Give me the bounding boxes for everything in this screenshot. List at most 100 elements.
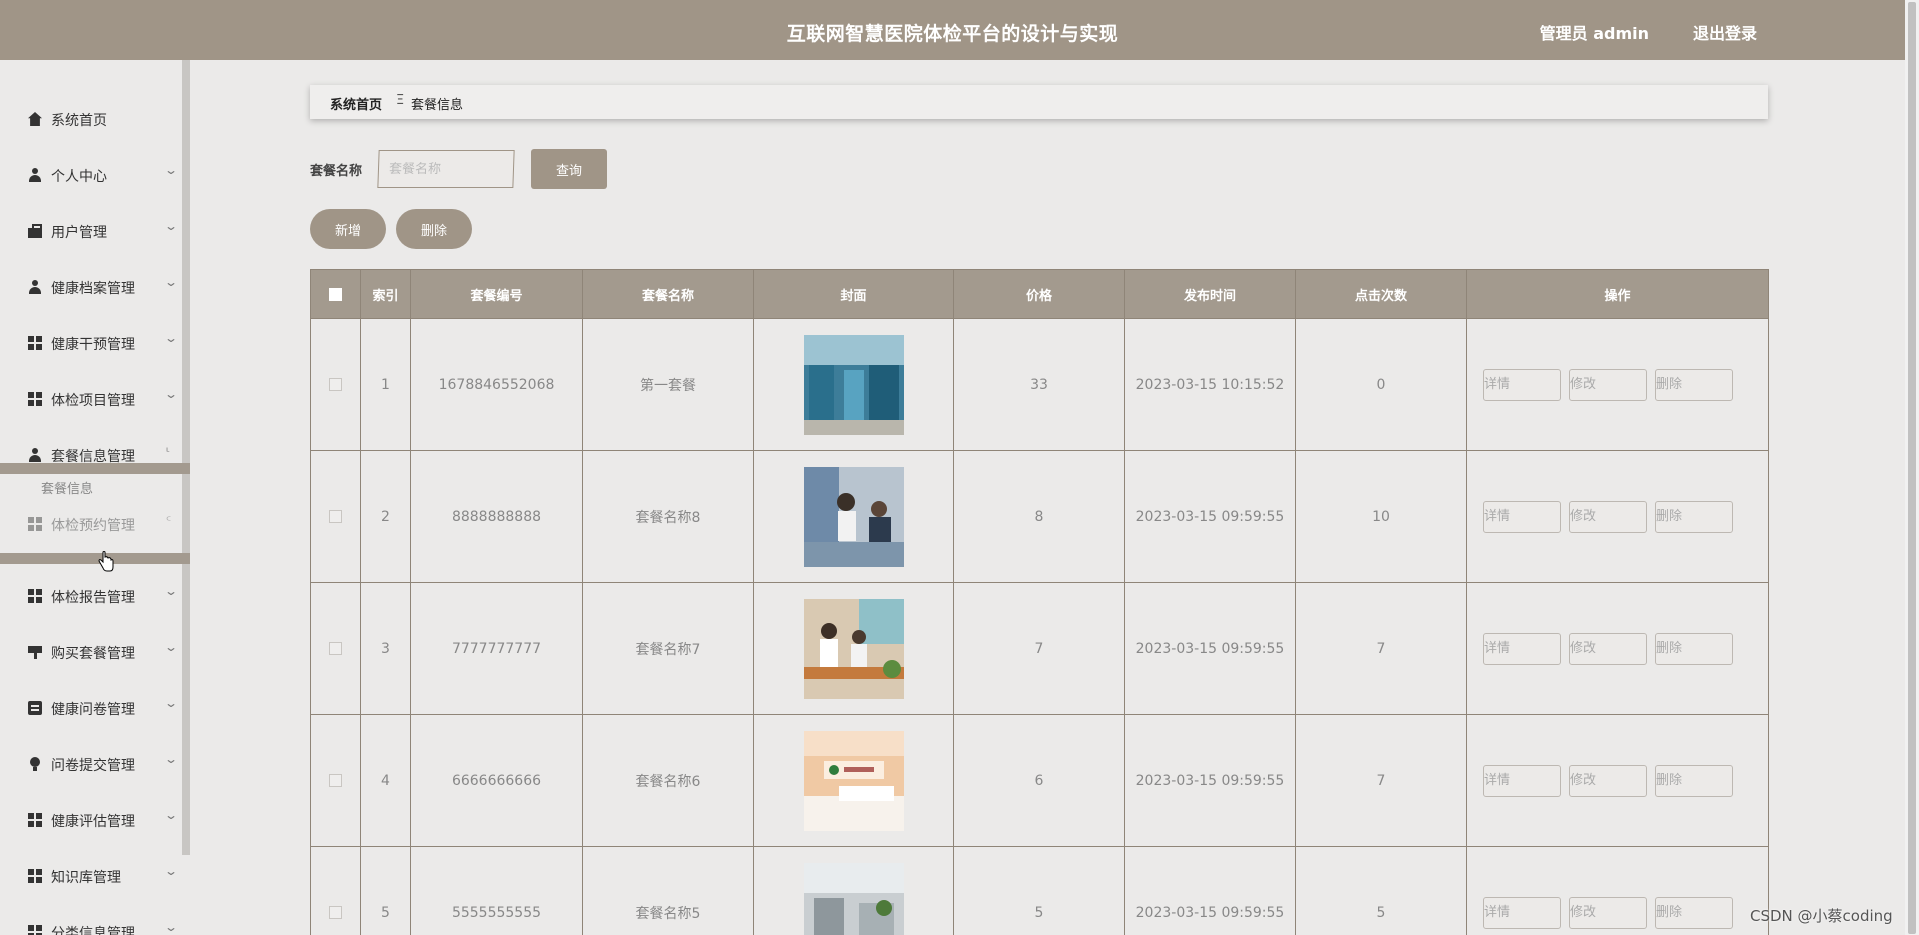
table-row: 1 1678846552068 第一套餐 33 2023-03-15 10:15…	[310, 318, 1769, 451]
time-cell: 2023-03-15 09:59:55	[1124, 714, 1296, 847]
edit-button[interactable]: 修改	[1569, 764, 1647, 797]
delete-button[interactable]: 删除	[1655, 764, 1733, 797]
sidebar-item-knowledge-base[interactable]: 知识库管理 ⌄	[0, 856, 180, 896]
page-scrollbar-thumb[interactable]	[1908, 2, 1916, 934]
actions-cell: 详情 修改 删除	[1466, 450, 1769, 583]
sidebar-item-health-assessment[interactable]: 健康评估管理 ⌄	[0, 800, 180, 840]
chevron-down-icon: ⌄	[163, 640, 179, 654]
search-label: 套餐名称	[310, 164, 363, 179]
sidebar-item-label: 体检预约管理	[51, 518, 135, 534]
row-checkbox[interactable]	[329, 774, 342, 787]
detail-button[interactable]: 详情	[1483, 500, 1561, 533]
page-scrollbar[interactable]	[1905, 0, 1919, 935]
cover-cell	[753, 714, 954, 847]
cover-image	[803, 862, 904, 935]
person-icon	[28, 448, 42, 462]
chevron-down-icon: ⌄	[163, 864, 179, 878]
detail-button[interactable]: 详情	[1483, 632, 1561, 665]
table-row: 2 8888888888 套餐名称8 8 2023-03-15 09:59:55…	[310, 450, 1769, 583]
row-select-cell	[310, 582, 361, 715]
sidebar-scrollbar[interactable]	[182, 60, 190, 855]
top-header: 互联网智慧医院体检平台的设计与实现 管理员 admin 退出登录	[0, 0, 1905, 60]
chevron-down-icon: ⌄	[163, 275, 179, 289]
column-header: 封面	[753, 269, 954, 319]
edit-button[interactable]: 修改	[1569, 500, 1647, 533]
delete-button[interactable]: 删除	[1655, 500, 1733, 533]
delete-button[interactable]: 删除	[1655, 368, 1733, 401]
breadcrumb-home[interactable]: 系统首页	[330, 94, 382, 113]
sidebar-item-health-records[interactable]: 健康档案管理 ⌄	[0, 267, 180, 307]
sidebar-item-exam-items[interactable]: 体检项目管理 ⌄	[0, 379, 180, 419]
time-cell: 2023-03-15 10:15:52	[1124, 318, 1296, 451]
bulb-icon	[28, 757, 42, 771]
code-cell: 1678846552068	[410, 318, 583, 451]
price-cell: 6	[953, 714, 1125, 847]
row-select-cell	[310, 318, 361, 451]
sidebar-item-label: 健康档案管理	[51, 281, 135, 297]
index-cell: 5	[360, 846, 411, 935]
cover-image	[803, 730, 904, 831]
sidebar-item-home[interactable]: 系统首页	[0, 99, 180, 139]
time-cell: 2023-03-15 09:59:55	[1124, 846, 1296, 935]
breadcrumb-current: 套餐信息	[411, 98, 464, 113]
delete-button[interactable]: 删除	[1655, 896, 1733, 929]
code-cell: 8888888888	[410, 450, 583, 583]
actions-cell: 详情 修改 删除	[1466, 582, 1769, 715]
column-header: 发布时间	[1124, 269, 1296, 319]
row-checkbox[interactable]	[329, 906, 342, 919]
search-input[interactable]	[377, 150, 515, 188]
clicks-cell: 5	[1295, 846, 1467, 935]
sidebar-item-health-intervention[interactable]: 健康干预管理 ⌄	[0, 323, 180, 363]
table-row: 3 7777777777 套餐名称7 7 2023-03-15 09:59:55…	[310, 582, 1769, 715]
code-cell: 5555555555	[410, 846, 583, 935]
row-checkbox[interactable]	[329, 378, 342, 391]
sidebar-item-purchase-packages[interactable]: 购买套餐管理 ⌄	[0, 632, 180, 672]
code-cell: 7777777777	[410, 582, 583, 715]
clicks-cell: 7	[1295, 582, 1467, 715]
detail-button[interactable]: 详情	[1483, 368, 1561, 401]
detail-button[interactable]: 详情	[1483, 896, 1561, 929]
chevron-up-icon: ᒻ	[166, 447, 170, 458]
chevron-down-icon: ⌄	[163, 387, 179, 401]
add-button[interactable]: 新增	[310, 209, 386, 249]
name-cell: 套餐名称5	[582, 846, 754, 935]
row-checkbox[interactable]	[329, 642, 342, 655]
batch-delete-button[interactable]: 删除	[396, 209, 472, 249]
sidebar-item-users[interactable]: 用户管理 ⌄	[0, 211, 180, 251]
sidebar-item-personal-center[interactable]: 个人中心 ⌄	[0, 155, 180, 195]
price-cell: 8	[953, 450, 1125, 583]
name-cell: 套餐名称7	[582, 582, 754, 715]
clicks-cell: 7	[1295, 714, 1467, 847]
detail-button[interactable]: 详情	[1483, 764, 1561, 797]
sidebar-item-exam-booking[interactable]: 体检预约管理 ᒼ	[0, 504, 180, 544]
chevron-down-icon: ⌄	[163, 219, 179, 233]
row-checkbox[interactable]	[329, 510, 342, 523]
sidebar-item-label: 健康评估管理	[51, 814, 135, 830]
select-all-checkbox[interactable]	[329, 287, 342, 301]
sidebar-item-label: 问卷提交管理	[51, 758, 135, 774]
query-button[interactable]: 查询	[531, 149, 607, 189]
sidebar-item-questionnaire-submissions[interactable]: 问卷提交管理 ⌄	[0, 744, 180, 784]
name-cell: 套餐名称6	[582, 714, 754, 847]
person-icon	[28, 280, 42, 294]
grid-icon	[28, 925, 42, 935]
sidebar-item-categories[interactable]: 分类信息管理 ⌄	[0, 912, 180, 935]
edit-button[interactable]: 修改	[1569, 368, 1647, 401]
logout-link[interactable]: 退出登录	[1693, 20, 1757, 44]
column-header: 价格	[953, 269, 1125, 319]
price-cell: 33	[953, 318, 1125, 451]
row-select-cell	[310, 450, 361, 583]
column-header: 套餐名称	[582, 269, 754, 319]
chevron-down-icon: ⌄	[163, 331, 179, 345]
edit-button[interactable]: 修改	[1569, 896, 1647, 929]
sidebar-item-questionnaires[interactable]: 健康问卷管理 ⌄	[0, 688, 180, 728]
edit-button[interactable]: 修改	[1569, 632, 1647, 665]
index-cell: 2	[360, 450, 411, 583]
submenu-item-package-info[interactable]: 套餐信息	[41, 478, 93, 497]
name-cell: 套餐名称8	[582, 450, 754, 583]
sidebar-item-exam-reports[interactable]: 体检报告管理 ⌄	[0, 576, 180, 616]
column-header: 点击次数	[1295, 269, 1467, 319]
user-label: 管理员 admin	[1539, 24, 1649, 43]
chevron-down-icon: ⌄	[163, 696, 179, 710]
delete-button[interactable]: 删除	[1655, 632, 1733, 665]
